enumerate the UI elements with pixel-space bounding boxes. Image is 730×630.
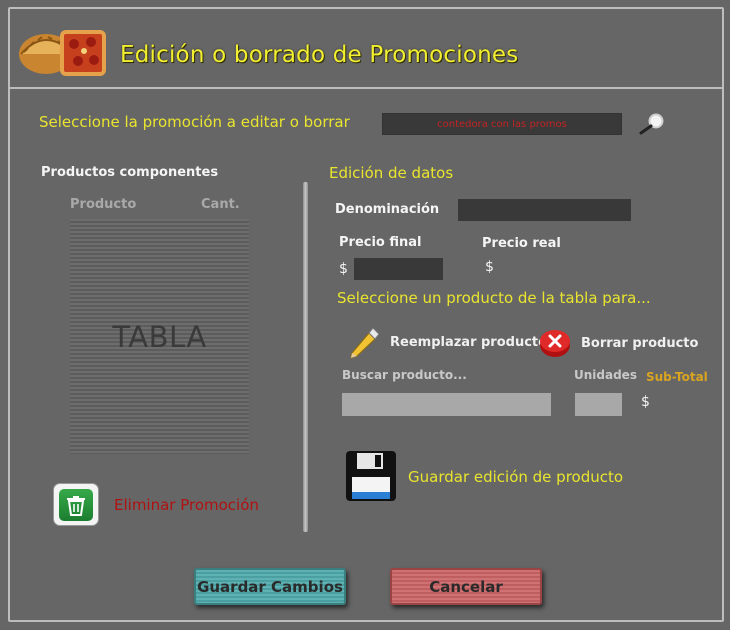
recycle-bin-icon	[59, 488, 93, 521]
products-table[interactable]: TABLA	[70, 219, 249, 454]
pencil-icon[interactable]	[347, 325, 381, 359]
subtotal-currency: $	[641, 394, 650, 410]
denominacion-input[interactable]	[458, 199, 631, 221]
window-title: Edición o borrado de Promociones	[120, 42, 519, 68]
floppy-disk-icon[interactable]	[345, 450, 397, 502]
precio-final-label: Precio final	[339, 235, 422, 250]
replace-product-button[interactable]: Reemplazar producto	[390, 335, 547, 350]
delete-promo-link[interactable]: Eliminar Promoción	[114, 496, 259, 514]
cancel-button[interactable]: Cancelar	[390, 568, 542, 605]
precio-real-label: Precio real	[482, 236, 561, 251]
column-header-producto[interactable]: Producto	[70, 197, 136, 212]
close-icon[interactable]	[539, 328, 571, 358]
save-changes-button[interactable]: Guardar Cambios	[194, 568, 346, 605]
buscar-producto-label: Buscar producto...	[342, 368, 467, 382]
promo-select[interactable]: contedora con las promos	[382, 113, 622, 135]
precio-final-input[interactable]	[354, 258, 443, 280]
delete-promo-button[interactable]	[53, 483, 99, 526]
header-divider	[10, 87, 722, 89]
main-window: Edición o borrado de Promociones Selecci…	[0, 0, 730, 630]
search-icon[interactable]	[638, 112, 666, 136]
empanada-pizza-logo	[19, 30, 106, 76]
vertical-divider	[303, 182, 308, 532]
precio-real-currency: $	[485, 259, 494, 275]
buscar-producto-input[interactable]	[342, 393, 551, 416]
select-product-label: Seleccione un producto de la tabla para.…	[337, 289, 651, 307]
delete-product-button[interactable]: Borrar producto	[581, 336, 698, 351]
column-header-cantidad[interactable]: Cant.	[201, 197, 240, 212]
edit-section-title: Edición de datos	[329, 164, 454, 182]
table-placeholder: TABLA	[112, 319, 207, 354]
save-product-edit-button[interactable]: Guardar edición de producto	[408, 468, 623, 486]
unidades-input[interactable]	[575, 393, 622, 416]
denominacion-label: Denominación	[335, 202, 440, 217]
promo-select-label: Seleccione la promoción a editar o borra…	[39, 113, 350, 131]
products-section-title: Productos componentes	[41, 165, 219, 180]
subtotal-label: Sub-Total	[646, 370, 708, 384]
unidades-label: Unidades	[574, 368, 637, 382]
precio-final-currency: $	[339, 261, 348, 277]
